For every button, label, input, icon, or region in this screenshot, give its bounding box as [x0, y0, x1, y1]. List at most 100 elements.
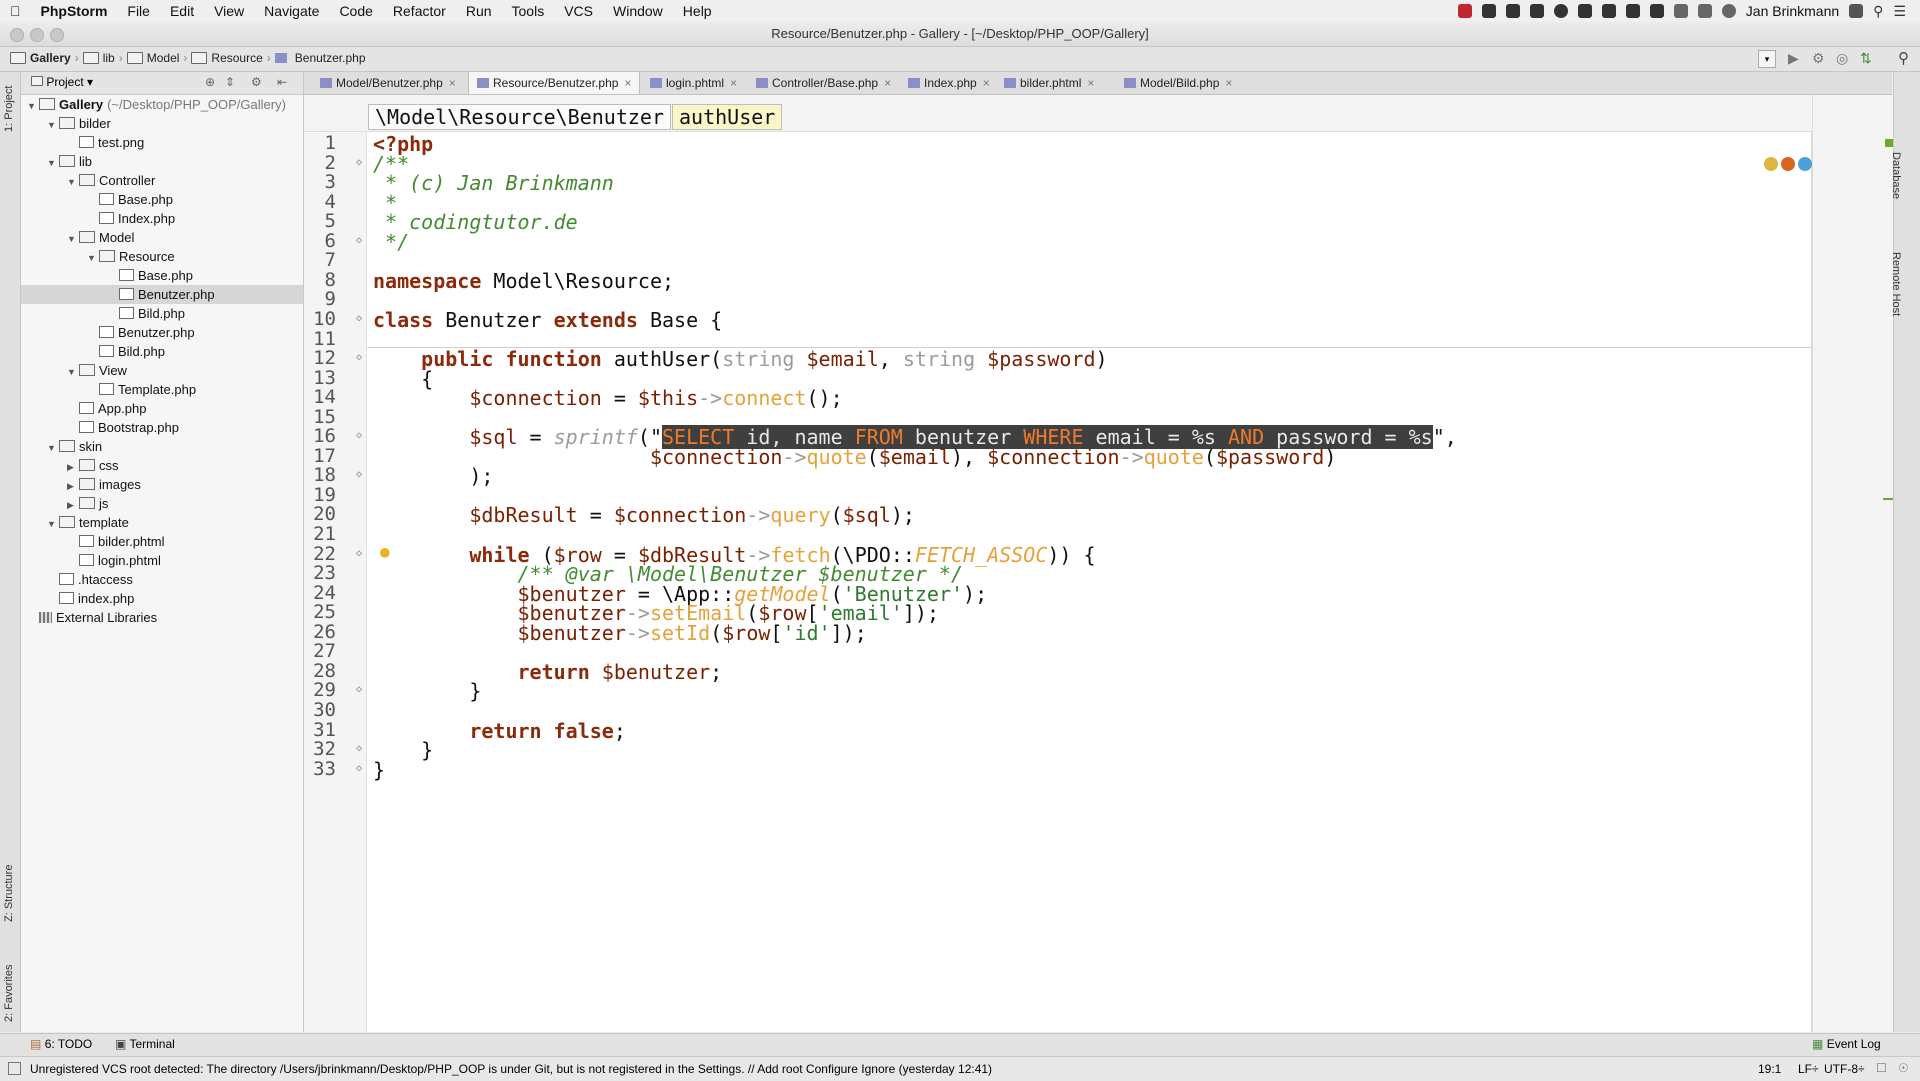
menu-run[interactable]: Run [456, 3, 502, 19]
tree-file[interactable]: Index.php [21, 209, 303, 228]
apple-icon[interactable]:  [0, 3, 31, 19]
close-tab-icon[interactable]: × [884, 76, 891, 90]
fold-marker-icon[interactable]: ◇ [356, 352, 362, 363]
todo-tool-button[interactable]: ▤ 6: TODO [30, 1037, 92, 1051]
project-tool-button[interactable]: 1: Project [3, 86, 15, 132]
event-log-button[interactable]: ▦ Event Log [1812, 1037, 1881, 1051]
fold-marker-icon[interactable]: ◇ [356, 763, 362, 774]
vcs-icon[interactable]: ⇅ [1860, 50, 1872, 67]
tree-folder[interactable]: ▶ js [21, 494, 303, 513]
crumb-model[interactable]: Model [147, 51, 180, 65]
search-everywhere-icon[interactable]: ⚲ [1898, 49, 1909, 67]
cloud-icon[interactable] [1601, 4, 1616, 18]
tree-folder[interactable]: ▶ images [21, 475, 303, 494]
menu-tools[interactable]: Tools [502, 3, 555, 19]
lock-icon[interactable]: ☐ [1876, 1061, 1887, 1075]
tree-folder[interactable]: ▼ lib [21, 152, 303, 171]
editor-tab[interactable]: Model/Benutzer.php × [312, 72, 464, 94]
menu-window[interactable]: Window [603, 3, 673, 19]
close-tab-icon[interactable]: × [624, 76, 631, 90]
fold-marker-icon[interactable]: ◇ [356, 235, 362, 246]
menu-refactor[interactable]: Refactor [383, 3, 456, 19]
tree-folder[interactable]: ▼ Gallery (~/Desktop/PHP_OOP/Gallery) [21, 95, 303, 114]
tree-file[interactable]: test.png [21, 133, 303, 152]
chrome-icon[interactable] [1764, 157, 1778, 171]
menu-code[interactable]: Code [329, 3, 382, 19]
code-line[interactable]: } [373, 758, 385, 782]
status-message[interactable]: Unregistered VCS root detected: The dire… [30, 1062, 992, 1076]
time-machine-icon[interactable] [1721, 4, 1736, 18]
tree-folder[interactable]: ▼ skin [21, 437, 303, 456]
dropbox-icon[interactable] [1481, 4, 1496, 18]
structure-tool-button[interactable]: Z: Structure [3, 865, 15, 922]
crumb-lib[interactable]: lib [103, 51, 115, 65]
inspector-icon[interactable]: ☉ [1898, 1061, 1909, 1075]
method-chip[interactable]: authUser [672, 104, 783, 130]
code-line[interactable]: ); [373, 464, 493, 488]
menu-edit[interactable]: Edit [160, 3, 204, 19]
file-encoding[interactable]: UTF-8÷ [1824, 1062, 1865, 1076]
tree-file[interactable]: Benutzer.php [21, 285, 303, 304]
bookmark-icon[interactable] [1577, 4, 1592, 18]
editor-tab[interactable]: Model/Bild.php × [1116, 72, 1240, 94]
tree-libraries[interactable]: External Libraries [21, 608, 303, 627]
tree-folder[interactable]: ▼ bilder [21, 114, 303, 133]
shield-icon[interactable] [1649, 4, 1664, 18]
code-line[interactable]: $connection = $this->connect(); [373, 386, 842, 410]
code-line[interactable]: $connection->quote($email), $connection-… [373, 445, 1336, 469]
editor-tab[interactable]: Index.php × [900, 72, 998, 94]
tree-file[interactable]: Bild.php [21, 304, 303, 323]
tree-file[interactable]: Base.php [21, 190, 303, 209]
notification-center-icon[interactable]: ☰ [1893, 3, 1906, 20]
tree-file[interactable]: login.phtml [21, 551, 303, 570]
menu-navigate[interactable]: Navigate [254, 3, 329, 19]
tree-folder[interactable]: ▼ View [21, 361, 303, 380]
debug-icon[interactable]: ⚙ [1812, 50, 1825, 67]
fold-marker-icon[interactable]: ◇ [356, 684, 362, 695]
tree-file[interactable]: Bild.php [21, 342, 303, 361]
editor-tab[interactable]: Controller/Base.php × [748, 72, 899, 94]
remote-host-tool-button[interactable]: Remote Host [1890, 252, 1902, 316]
editor-tab[interactable]: login.phtml × [642, 72, 745, 94]
tree-folder[interactable]: ▼ template [21, 513, 303, 532]
tree-folder[interactable]: ▼ Resource [21, 247, 303, 266]
collapse-icon[interactable]: ⇕ [225, 75, 235, 89]
menu-file[interactable]: File [117, 3, 160, 19]
run-icon[interactable]: ▶ [1788, 50, 1799, 67]
coverage-icon[interactable]: ◎ [1836, 50, 1848, 67]
safari-icon[interactable] [1798, 157, 1812, 171]
crumb-gallery[interactable]: Gallery [30, 51, 71, 65]
app-menu[interactable]: PhpStorm [31, 3, 118, 19]
tree-file[interactable]: Template.php [21, 380, 303, 399]
database-tool-button[interactable]: Database [1890, 152, 1902, 199]
spotlight-icon[interactable]: ⚲ [1873, 3, 1883, 20]
terminal-tool-button[interactable]: ▣ Terminal [115, 1037, 175, 1051]
fold-marker-icon[interactable]: ◇ [356, 313, 362, 324]
menu-vcs[interactable]: VCS [554, 3, 603, 19]
close-tab-icon[interactable]: × [449, 76, 456, 90]
code-editor[interactable]: ● <?php/** * (c) Jan Brinkmann * * codin… [367, 132, 1829, 1032]
favorites-tool-button[interactable]: 2: Favorites [3, 965, 15, 1022]
plus-icon[interactable] [1529, 4, 1544, 18]
crumb-file[interactable]: Benutzer.php [295, 51, 366, 65]
code-line[interactable]: class Benutzer extends Base { [373, 308, 722, 332]
firefox-icon[interactable] [1781, 157, 1795, 171]
project-view-selector[interactable]: Project ▾ [31, 75, 93, 89]
onepassword-icon[interactable] [1553, 4, 1568, 18]
leaf-icon[interactable] [1505, 4, 1520, 18]
locate-icon[interactable]: ⊕ [205, 75, 215, 89]
change-marker[interactable] [1883, 498, 1893, 500]
fold-marker-icon[interactable]: ◇ [356, 157, 362, 168]
user-name[interactable]: Jan Brinkmann [1746, 3, 1839, 19]
fold-marker-icon[interactable]: ◇ [356, 469, 362, 480]
volume-icon[interactable] [1673, 4, 1688, 18]
user-icon[interactable] [1849, 4, 1864, 18]
code-line[interactable]: namespace Model\Resource; [373, 269, 674, 293]
tree-file[interactable]: .htaccess [21, 570, 303, 589]
close-tab-icon[interactable]: × [1225, 76, 1232, 90]
record-icon[interactable] [1457, 4, 1472, 18]
line-separator[interactable]: LF÷ [1798, 1062, 1819, 1076]
editor-tab[interactable]: bilder.phtml × [996, 72, 1102, 94]
tree-folder[interactable]: ▼ Controller [21, 171, 303, 190]
code-line[interactable]: public function authUser(string $email, … [373, 347, 1107, 371]
